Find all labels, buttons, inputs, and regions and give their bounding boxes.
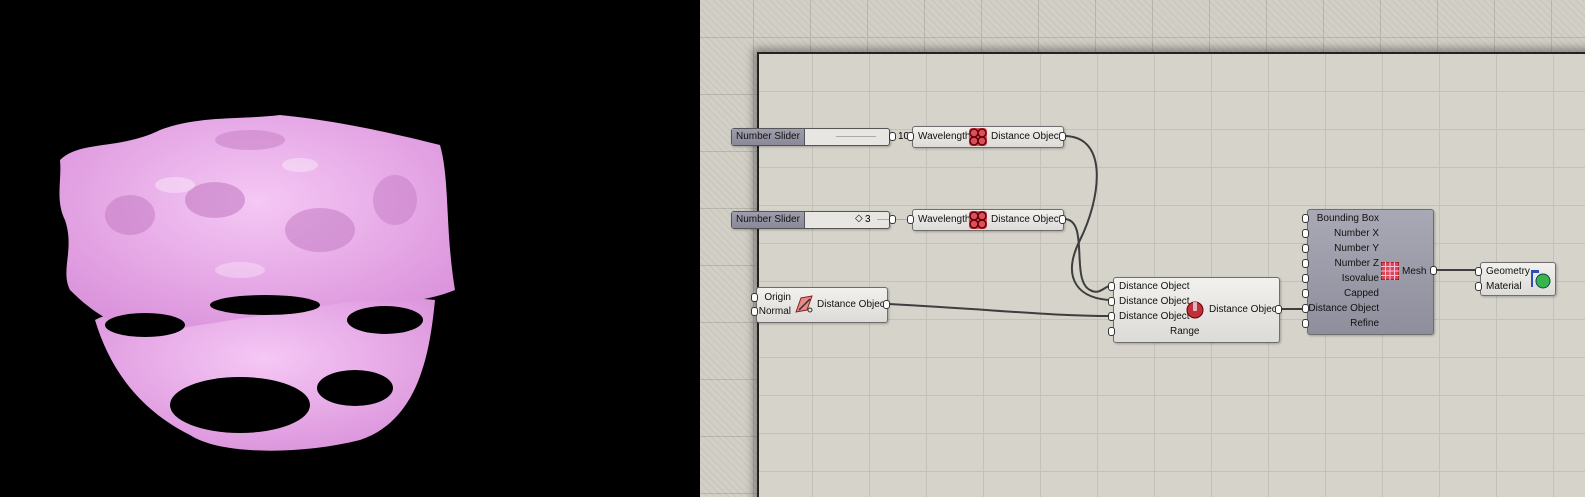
- normal-input-port[interactable]: [751, 307, 758, 316]
- isovalue-input-port[interactable]: [1302, 274, 1309, 283]
- gyroid-icon: [969, 211, 987, 229]
- preview-icon: [1531, 270, 1551, 289]
- origin-input-port[interactable]: [751, 293, 758, 302]
- wavelength-input-port[interactable]: [907, 132, 914, 141]
- distance-object-output-label: Distance Object: [991, 214, 1062, 225]
- gyroid-icon: [969, 128, 987, 146]
- number-x-input-label: Number X: [1333, 228, 1379, 239]
- distance-object-input-label: Distance Object: [1119, 311, 1190, 322]
- distance-input-port-3[interactable]: [1108, 312, 1115, 321]
- distance-object-output-port[interactable]: [1059, 132, 1066, 141]
- distance-object-input-label: Distance Object: [1119, 281, 1190, 292]
- normal-input-label: Normal: [758, 306, 791, 317]
- slider-track[interactable]: [836, 136, 876, 137]
- mesh-grid-icon: [1381, 262, 1399, 280]
- distance-object-output-label: Distance Object: [1209, 304, 1280, 315]
- distance-object-input-port[interactable]: [1302, 304, 1309, 313]
- number-y-input-label: Number Y: [1334, 243, 1379, 254]
- number-x-input-port[interactable]: [1302, 229, 1309, 238]
- distance-object-output-label: Distance Object: [817, 299, 888, 310]
- slider-2-output-port[interactable]: [889, 215, 896, 224]
- wavelength-input-label: Wavelength: [918, 214, 971, 225]
- slider-name: Number Slider: [732, 129, 805, 145]
- custom-preview-node[interactable]: Geometry Material: [1480, 262, 1556, 296]
- slider-name: Number Slider: [732, 212, 805, 228]
- distance-object-output-port[interactable]: [883, 300, 890, 309]
- geometry-input-label: Geometry: [1486, 266, 1530, 277]
- mesh-output-label: Mesh: [1402, 266, 1427, 277]
- mesh-node[interactable]: Bounding Box Number X Number Y Number Z …: [1307, 209, 1434, 335]
- geometry-input-port[interactable]: [1475, 267, 1482, 276]
- sphere-icon: [1186, 301, 1204, 319]
- distance-object-input-label: Distance Object: [1119, 296, 1190, 307]
- wavelength-input-label: Wavelength: [918, 131, 971, 142]
- gyroid-node-1[interactable]: Wavelength Distance Object: [912, 126, 1064, 148]
- capped-input-label: Capped: [1343, 288, 1379, 299]
- wavelength-input-port[interactable]: [907, 215, 914, 224]
- bounding-box-input-port[interactable]: [1302, 214, 1309, 223]
- distance-input-port-2[interactable]: [1108, 297, 1115, 306]
- range-input-port[interactable]: [1108, 327, 1115, 336]
- distance-input-port-1[interactable]: [1108, 282, 1115, 291]
- material-input-port[interactable]: [1475, 282, 1482, 291]
- 3d-viewport[interactable]: [0, 0, 700, 497]
- slider-value: 3: [865, 214, 871, 225]
- number-z-input-label: Number Z: [1334, 258, 1379, 269]
- distance-object-output-label: Distance Object: [991, 131, 1062, 142]
- mesh-output-port[interactable]: [1430, 266, 1437, 275]
- isovalue-input-label: Isovalue: [1341, 273, 1379, 284]
- range-input-label: Range: [1170, 326, 1200, 337]
- capped-input-port[interactable]: [1302, 289, 1309, 298]
- material-input-label: Material: [1486, 281, 1522, 292]
- distance-object-output-port[interactable]: [1275, 305, 1282, 314]
- slider-1-output-port[interactable]: [889, 132, 896, 141]
- number-slider-1[interactable]: Number Slider 10 ◇: [731, 128, 918, 146]
- distance-object-output-port[interactable]: [1059, 215, 1066, 224]
- gyroid-node-2[interactable]: Wavelength Distance Object: [912, 209, 1064, 231]
- number-z-input-port[interactable]: [1302, 259, 1309, 268]
- wires: [887, 135, 1480, 317]
- refine-input-port[interactable]: [1302, 319, 1309, 328]
- number-slider-2[interactable]: Number Slider ◇ 3: [731, 211, 917, 229]
- gyroid-mesh-render: [59, 115, 456, 451]
- distance-object-input-label: Distance Object: [1308, 303, 1379, 314]
- blend-distance-node[interactable]: Distance Object Distance Object Distance…: [1113, 277, 1280, 343]
- number-y-input-port[interactable]: [1302, 244, 1309, 253]
- plane-distance-node[interactable]: Origin Normal Distance Object: [756, 287, 888, 323]
- origin-input-label: Origin: [764, 292, 791, 303]
- slider-grip-icon[interactable]: ◇: [855, 213, 863, 224]
- grasshopper-canvas[interactable]: Number Slider 10 ◇ Number Slider ◇ 3 Wav…: [700, 0, 1585, 497]
- plane-icon: [795, 295, 813, 313]
- refine-input-label: Refine: [1350, 318, 1379, 329]
- bounding-box-input-label: Bounding Box: [1316, 213, 1379, 224]
